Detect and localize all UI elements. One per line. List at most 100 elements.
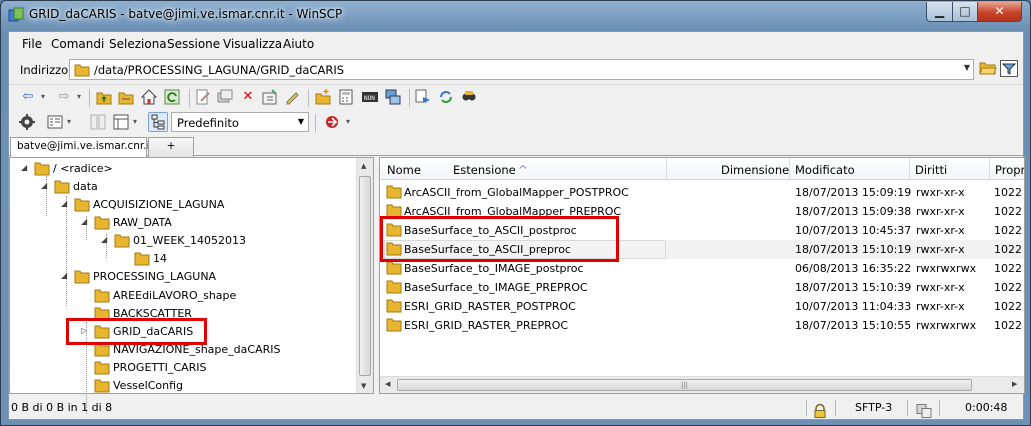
column-name[interactable]: Nome [387, 163, 421, 177]
menu-seleziona[interactable]: Seleziona [109, 37, 167, 51]
calculator-icon[interactable] [337, 88, 355, 106]
refresh-icon[interactable] [163, 88, 181, 106]
winscp-app-icon [8, 7, 24, 22]
new-folder-icon[interactable] [314, 88, 332, 106]
expanded-arrow-icon[interactable]: ◢ [81, 217, 87, 226]
back-arrow-icon[interactable]: ⇦ [19, 88, 37, 106]
file-row[interactable]: BaseSurface_to_IMAGE_postproc 06/08/2013… [380, 259, 1024, 278]
tree-item-label: RAW_DATA [113, 216, 172, 229]
tab-session[interactable]: batve@jimi.ve.ismar.cnr.it [10, 137, 154, 157]
edit-icon[interactable] [194, 88, 212, 106]
file-rights: rwxr-xr-x [916, 243, 965, 256]
scroll-thumb[interactable] [359, 176, 371, 376]
back-dropdown-icon[interactable]: ▾ [39, 88, 47, 106]
synchronize-icon[interactable] [437, 88, 455, 106]
expanded-arrow-icon[interactable]: ◢ [21, 163, 27, 172]
address-path: /data/PROCESSING_LAGUNA/GRID_daCARIS [94, 63, 345, 77]
scroll-right-icon[interactable]: ▶ [1012, 380, 1017, 388]
menu-file[interactable]: File [22, 37, 42, 51]
navigation-toolbar: ⇦ ▾ ⇨ ▾ ✕ NON [9, 84, 1023, 110]
file-row-selected[interactable]: BaseSurface_to_ASCII_preproc 18/07/2013 … [380, 240, 1024, 259]
file-name: BaseSurface_to_IMAGE_postproc [404, 262, 584, 275]
file-list-horizontal-scrollbar[interactable]: ◀ ||| ▶ [380, 376, 1024, 393]
expanded-arrow-icon[interactable]: ◢ [61, 271, 67, 280]
compare-icon[interactable] [89, 113, 107, 131]
view-mode-icon[interactable] [46, 113, 64, 131]
column-divider[interactable] [789, 158, 790, 180]
panel-options-icon[interactable] [112, 113, 130, 131]
properties-icon[interactable] [261, 88, 279, 106]
find-files-icon[interactable] [460, 88, 478, 106]
scroll-down-icon[interactable]: ▼ [361, 382, 366, 390]
scroll-thumb[interactable]: ||| [397, 379, 972, 391]
menu-aiuto[interactable]: Aiuto [283, 37, 314, 51]
file-modified: 06/08/2013 16:35:22 [795, 262, 912, 275]
file-row[interactable]: ESRI_GRID_RASTER_PREPROC 18/07/2013 15:1… [380, 316, 1024, 335]
view-dropdown-icon[interactable]: ▾ [65, 113, 73, 131]
session-tabs: batve@jimi.ve.ismar.cnr.it + [9, 136, 1023, 157]
column-extension[interactable]: Estensione [453, 163, 516, 177]
folder-icon [386, 204, 402, 218]
column-size[interactable]: Dimensione [721, 163, 789, 177]
expanded-arrow-icon[interactable]: ◢ [41, 181, 47, 190]
tab-new-session[interactable]: + [148, 137, 194, 157]
terminal-icon[interactable] [384, 88, 402, 106]
parent-folder-icon[interactable] [95, 88, 113, 106]
tree-item-label: PROGETTI_CARIS [113, 361, 207, 374]
forward-arrow-icon[interactable]: ⇨ [55, 88, 73, 106]
collapsed-arrow-icon[interactable]: ▷ [81, 326, 87, 335]
chevron-down-icon: ▼ [297, 117, 304, 126]
chevron-down-icon[interactable]: ▼ [964, 63, 970, 72]
close-button[interactable]: ✕ [977, 2, 1022, 22]
home-icon[interactable] [140, 88, 158, 106]
forward-dropdown-icon[interactable]: ▾ [75, 88, 83, 106]
minimize-button[interactable]: ▁ [926, 2, 953, 22]
expanded-arrow-icon[interactable]: ◢ [101, 235, 107, 244]
menu-visualizza[interactable]: Visualizza [223, 37, 282, 51]
delete-icon[interactable]: ✕ [239, 88, 257, 106]
tree-item-label: VesselConfig [113, 379, 184, 392]
status-divider [939, 400, 940, 416]
column-divider[interactable] [666, 158, 667, 180]
remote-directory-tree: ◢ / <radice> ◢ data ◢ ACQUISIZIONE_LAGUN… [9, 157, 374, 414]
column-divider[interactable] [989, 158, 990, 180]
file-row[interactable]: ArcASCII_from_GlobalMapper_PREPROC 18/07… [380, 202, 1024, 221]
toolbar-separator [89, 89, 90, 107]
menu-comandi[interactable]: Comandi [51, 37, 104, 51]
folder-icon [34, 162, 50, 176]
file-list-header: Nome Estensione ^ Dimensione Modificato … [380, 158, 1024, 180]
open-folder-icon[interactable] [979, 60, 997, 76]
column-owner[interactable]: Propr [995, 163, 1024, 177]
tree-item-label: BACKSCATTER [113, 307, 192, 320]
title-bar[interactable]: GRID_daCARIS - batve@jimi.ve.ismar.cnr.i… [1, 1, 1030, 29]
column-modified[interactable]: Modificato [795, 163, 855, 177]
address-field[interactable]: /data/PROCESSING_LAGUNA/GRID_daCARIS ▼ [69, 59, 974, 80]
gear-icon[interactable] [18, 113, 36, 131]
root-folder-icon[interactable] [117, 88, 135, 106]
column-rights[interactable]: Diritti [915, 163, 947, 177]
transfer-settings-icon[interactable] [323, 113, 341, 131]
console-icon[interactable]: NON [361, 88, 379, 106]
tree-vertical-scrollbar[interactable]: ▲ ▼ [356, 158, 373, 393]
expanded-arrow-icon[interactable]: ◢ [61, 199, 67, 208]
folder-icon [94, 361, 110, 375]
transfer-dropdown-icon[interactable]: ▾ [344, 113, 352, 131]
scroll-up-icon[interactable]: ▲ [361, 162, 366, 170]
file-row[interactable]: BaseSurface_to_IMAGE_PREPROC 18/07/2013 … [380, 278, 1024, 297]
file-row[interactable]: BaseSurface_to_ASCII_postproc 10/07/2013… [380, 221, 1024, 240]
column-divider[interactable] [909, 158, 910, 180]
panel-dropdown-icon[interactable]: ▾ [131, 113, 139, 131]
file-row[interactable]: ESRI_GRID_RASTER_POSTPROC 10/07/2013 11:… [380, 297, 1024, 316]
status-divider [806, 400, 807, 416]
menu-sessione[interactable]: Sessione [167, 37, 220, 51]
file-owner: 1022 [994, 300, 1022, 313]
file-row[interactable]: ArcASCII_from_GlobalMapper_POSTPROC 18/0… [380, 183, 1024, 202]
rename-icon[interactable] [283, 88, 301, 106]
tree-view-toggle-icon[interactable] [148, 112, 168, 132]
copy-icon[interactable] [216, 88, 234, 106]
filter-icon[interactable] [1000, 60, 1018, 77]
transfer-preset-select[interactable]: Predefinito ▼ [171, 112, 309, 132]
queue-icon[interactable] [414, 88, 432, 106]
scroll-left-icon[interactable]: ◀ [385, 380, 390, 388]
maximize-button[interactable]: □ [952, 2, 978, 22]
